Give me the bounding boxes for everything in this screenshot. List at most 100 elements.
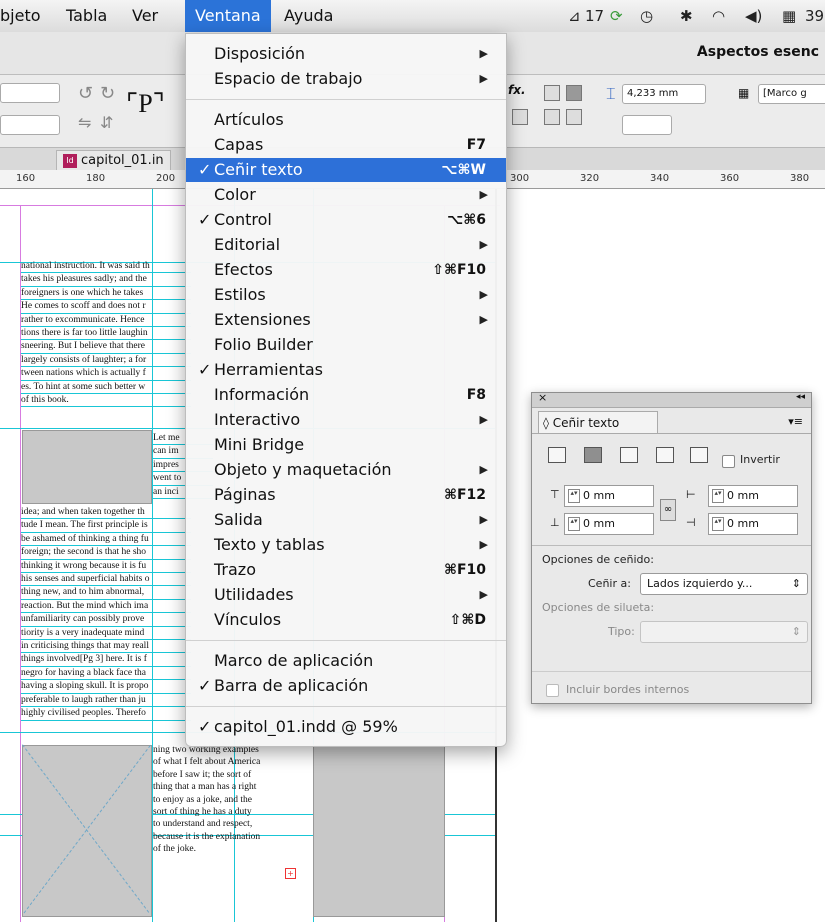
right-offset-field[interactable]: ▴▾ 0 mm [708, 513, 798, 535]
wrap-object-shape-button[interactable] [620, 447, 638, 463]
image-frame[interactable] [22, 430, 152, 504]
wrap-none-button[interactable] [544, 85, 560, 101]
menu-item-label: Barra de aplicación [214, 676, 369, 695]
menu-item[interactable]: Objeto y maquetación ▶ [186, 458, 506, 482]
menu-item[interactable]: Efectos ⇧⌘F10 [186, 258, 506, 282]
rotate-cw-icon[interactable]: ↻ [100, 83, 115, 104]
image-frame[interactable] [313, 745, 445, 917]
top-offset-field[interactable]: ▴▾ 0 mm [564, 485, 654, 507]
document-tab[interactable]: Id capitol_01.in [56, 150, 171, 171]
menu-item[interactable]: ✓ Herramientas [186, 358, 506, 382]
volume-icon[interactable]: ◀) [745, 0, 762, 32]
menu-item[interactable]: Vínculos ⇧⌘D [186, 608, 506, 632]
y-field[interactable] [0, 115, 60, 135]
dimension-field[interactable]: 4,233 mm [622, 84, 706, 104]
text-frame[interactable]: ning two working examples of what I felt… [153, 744, 293, 856]
adobe-ai-icon[interactable]: ⊿ [568, 0, 581, 32]
submenu-arrow-icon: ▶ [479, 238, 488, 251]
panel-menu-icon[interactable]: ▾≡ [788, 415, 803, 428]
wrap-bounding-box-button[interactable] [584, 447, 602, 463]
link-settings-icon[interactable]: ∞ [660, 499, 676, 521]
menu-item[interactable]: Disposición ▶ [186, 42, 506, 66]
menu-item[interactable]: Páginas ⌘F12 [186, 483, 506, 507]
menu-shortcut: ⇧⌘D [449, 612, 486, 628]
jump-object-button[interactable] [656, 447, 674, 463]
menu-ventana[interactable]: Ventana [185, 0, 271, 32]
menu-item-label: Salida [214, 510, 263, 529]
invert-checkbox[interactable] [722, 455, 735, 468]
menu-item[interactable]: Capas F7 [186, 133, 506, 157]
checkmark-icon: ✓ [198, 160, 212, 179]
menu-item[interactable]: Espacio de trabajo ▶ [186, 67, 506, 91]
menu-tabla[interactable]: Tabla [66, 0, 107, 32]
divider [532, 671, 811, 672]
include-inside-edges-checkbox[interactable] [546, 684, 559, 697]
menu-item[interactable]: Editorial ▶ [186, 233, 506, 257]
text-frame[interactable]: idea; and when taken together th tude I … [21, 506, 191, 721]
ruler-label: 160 [16, 173, 36, 184]
menu-item[interactable]: Interactivo ▶ [186, 408, 506, 432]
arrow-button[interactable] [512, 109, 528, 125]
ruler-label: 200 [156, 173, 176, 184]
top-offset-icon: ⊤ [550, 488, 560, 501]
flip-v-icon[interactable]: ⇵ [100, 113, 113, 132]
rotate-ccw-icon[interactable]: ↺ [78, 83, 93, 104]
collapse-icon[interactable]: ◂◂ [796, 392, 805, 402]
flip-h-icon[interactable]: ⇋ [78, 113, 91, 132]
menu-ver[interactable]: Ver [132, 0, 158, 32]
wifi-icon[interactable]: ◠ [712, 0, 725, 32]
include-inside-edges-label: Incluir bordes internos [566, 683, 690, 696]
wrap-none-button[interactable] [548, 447, 566, 463]
menu-item[interactable]: ✓ Control ⌥⌘6 [186, 208, 506, 232]
menu-objeto[interactable]: bjeto [0, 0, 41, 32]
menu-item[interactable]: Marco de aplicación [186, 649, 506, 673]
wrap-jump-button[interactable] [566, 109, 582, 125]
menu-item[interactable]: Texto y tablas ▶ [186, 533, 506, 557]
object-style-field[interactable]: [Marco g [758, 84, 825, 104]
corner-field[interactable] [622, 115, 672, 135]
wrap-shape-button[interactable] [544, 109, 560, 125]
panel-tab[interactable]: ◊ Ceñir texto [538, 411, 658, 434]
text-line: national instruction. It was said th [21, 260, 191, 274]
workspace-switcher[interactable]: Aspectos esenc [697, 44, 819, 60]
menu-item[interactable]: Mini Bridge [186, 433, 506, 457]
wrap-bbox-button[interactable] [566, 85, 582, 101]
menu-item[interactable]: Artículos [186, 108, 506, 132]
object-style-icon: ▦ [738, 86, 750, 100]
x-field[interactable] [0, 83, 60, 103]
text-frame[interactable]: national instruction. It was said th tak… [21, 260, 191, 408]
clock-fragment[interactable]: 39 [805, 0, 824, 32]
left-offset-field[interactable]: ▴▾ 0 mm [708, 485, 798, 507]
menu-item[interactable]: ✓ Ceñir texto ⌥⌘W [186, 158, 506, 182]
wrap-to-select[interactable]: Lados izquierdo y... ⇕ [640, 573, 808, 595]
menu-item[interactable]: Trazo ⌘F10 [186, 558, 506, 582]
menu-ayuda[interactable]: Ayuda [284, 0, 333, 32]
bottom-offset-icon: ⊥ [550, 516, 560, 529]
menu-item[interactable]: Color ▶ [186, 183, 506, 207]
menu-item[interactable]: Folio Builder [186, 333, 506, 357]
menu-item-label: Páginas [214, 485, 276, 504]
panel-titlebar[interactable]: × ◂◂ [532, 391, 811, 408]
sync-icon[interactable]: ⟳ [610, 0, 623, 32]
menu-item[interactable]: ✓ capitol_01.indd @ 59% [186, 715, 506, 739]
jump-next-column-button[interactable] [690, 447, 708, 463]
menu-item[interactable]: Información F8 [186, 383, 506, 407]
menu-item[interactable]: Salida ▶ [186, 508, 506, 532]
fx-icon[interactable]: fx. [508, 83, 526, 97]
menu-item[interactable]: ✓ Barra de aplicación [186, 674, 506, 698]
paragraph-icon[interactable]: ⌜P⌝ [126, 89, 165, 119]
menu-shortcut: F7 [466, 137, 486, 153]
text-line: in criticising things that may reall [21, 640, 191, 654]
overset-text-icon[interactable]: + [285, 868, 296, 879]
bluetooth-icon[interactable]: ✱ [680, 0, 693, 32]
menu-item[interactable]: Utilidades ▶ [186, 583, 506, 607]
close-icon[interactable]: × [538, 391, 547, 404]
menu-item[interactable]: Estilos ▶ [186, 283, 506, 307]
time-machine-icon[interactable]: ◷ [640, 0, 653, 32]
menu-item-label: Extensiones [214, 310, 311, 329]
contour-type-select[interactable]: ⇕ [640, 621, 808, 643]
menu-item[interactable]: Extensiones ▶ [186, 308, 506, 332]
calendar-icon[interactable]: ▦ [782, 0, 796, 32]
bottom-offset-field[interactable]: ▴▾ 0 mm [564, 513, 654, 535]
ventana-menu: Disposición ▶ Espacio de trabajo ▶ Artículos… [185, 33, 507, 747]
